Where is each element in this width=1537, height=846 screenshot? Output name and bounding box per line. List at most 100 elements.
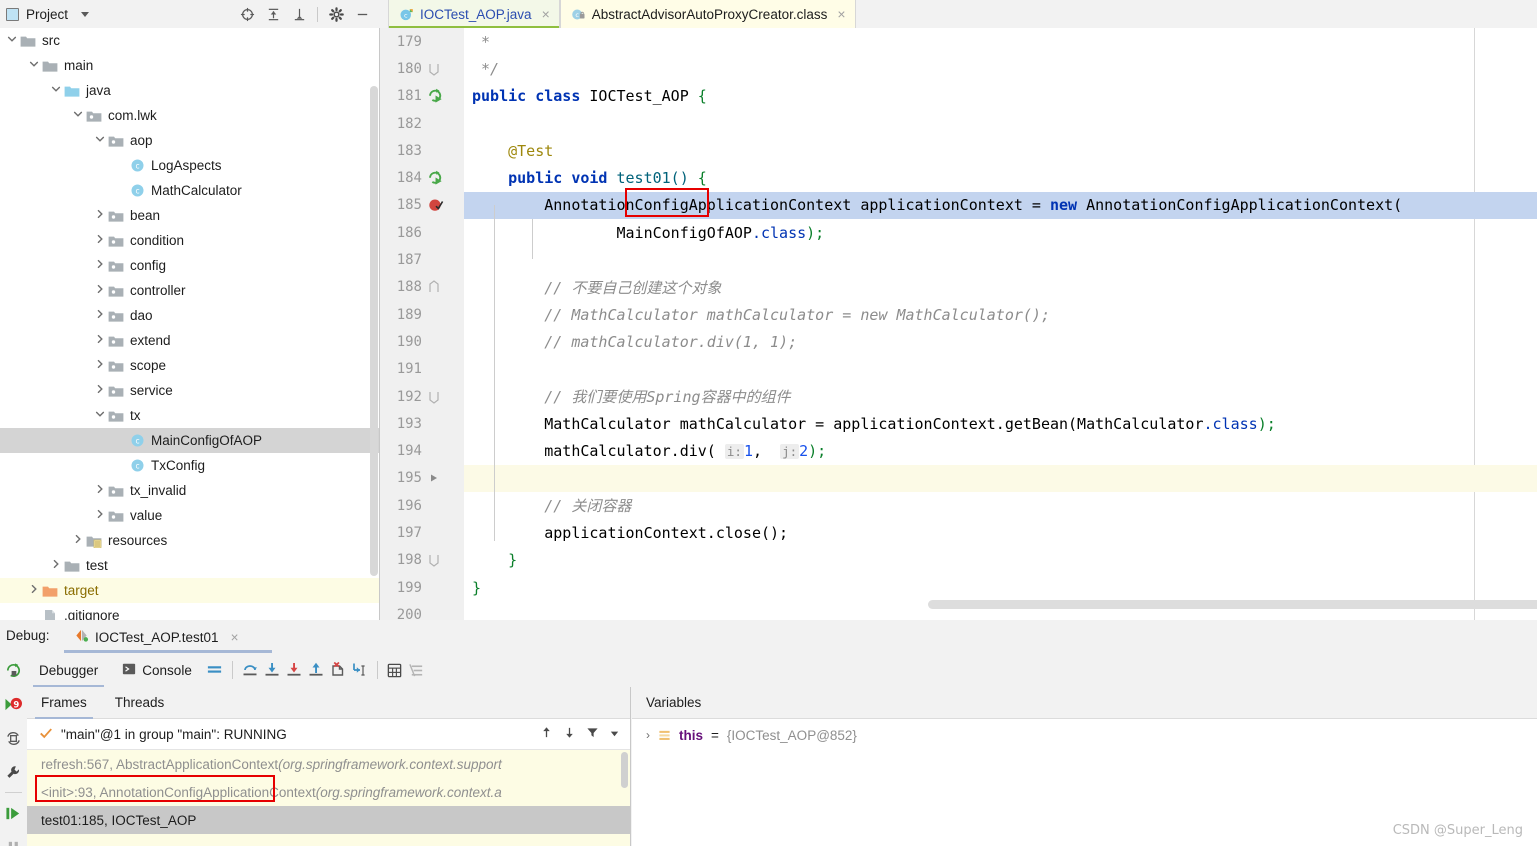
chevron-right-icon[interactable] <box>48 559 64 572</box>
tree-item-mathcalculator[interactable]: c MathCalculator <box>0 178 380 203</box>
gutter-line-200[interactable]: 200 <box>380 601 464 620</box>
tree-item-java[interactable]: java <box>0 78 380 103</box>
chevron-down-icon[interactable] <box>70 109 86 122</box>
chevron-right-icon[interactable] <box>92 334 108 347</box>
gutter-line-196[interactable]: 196 <box>380 492 464 519</box>
tree-item-target[interactable]: target <box>0 578 380 603</box>
gutter-line-195[interactable]: 195 <box>380 465 464 492</box>
exec-arrow[interactable] <box>422 472 462 484</box>
step-into-icon[interactable] <box>261 658 283 682</box>
chevron-right-icon[interactable] <box>26 584 42 597</box>
tree-item-scope[interactable]: scope <box>0 353 380 378</box>
fold-end[interactable] <box>422 62 462 76</box>
tab-variables[interactable]: Variables <box>632 687 715 719</box>
expand-all-icon[interactable] <box>261 2 285 26</box>
breakpoint-hit-icon[interactable] <box>422 197 462 213</box>
gutter-line-186[interactable]: 186 <box>380 219 464 246</box>
run-icon[interactable] <box>422 88 462 104</box>
thread-status-row[interactable]: "main"@1 in group "main": RUNNING <box>27 719 630 750</box>
settings-wrench-icon[interactable] <box>0 755 27 789</box>
chevron-right-icon[interactable] <box>92 509 108 522</box>
chevron-down-icon[interactable] <box>92 409 108 422</box>
chevron-down-icon[interactable] <box>48 84 64 97</box>
tree-item-aop[interactable]: aop <box>0 128 380 153</box>
tab-console[interactable]: Console <box>110 653 204 687</box>
code-text-area[interactable]: * */ public class IOCTest_AOP { @Test pu… <box>464 28 1537 620</box>
breakpoints-icon[interactable]: 9 <box>0 687 27 721</box>
arrow-down-icon[interactable] <box>563 726 576 742</box>
chevron-down-icon[interactable] <box>26 59 42 72</box>
chevron-right-icon[interactable] <box>92 484 108 497</box>
gutter-line-181[interactable]: 181 <box>380 83 464 110</box>
pause-icon[interactable] <box>0 830 27 846</box>
force-step-into-icon[interactable] <box>283 658 305 682</box>
step-out-icon[interactable] <box>305 658 327 682</box>
mute-breakpoints-icon[interactable] <box>406 658 428 682</box>
gutter-line-198[interactable]: 198 <box>380 547 464 574</box>
gutter-line-182[interactable]: 182 <box>380 110 464 137</box>
chevron-down-icon[interactable] <box>92 134 108 147</box>
chevron-right-icon[interactable] <box>92 284 108 297</box>
arrow-up-icon[interactable] <box>540 726 553 742</box>
gutter-line-189[interactable]: 189 <box>380 301 464 328</box>
tree-item-extend[interactable]: extend <box>0 328 380 353</box>
tree-item-mainconfigofaop[interactable]: c MainConfigOfAOP <box>0 428 380 453</box>
project-tool-window-title[interactable]: Project <box>6 7 90 22</box>
gutter-line-191[interactable]: 191 <box>380 356 464 383</box>
gutter-line-192[interactable]: 192 <box>380 383 464 410</box>
frame-row[interactable]: refresh:567, AbstractApplicationContext … <box>27 750 630 778</box>
restore-layout-icon[interactable] <box>0 721 27 755</box>
gutter-line-187[interactable]: 187 <box>380 246 464 273</box>
tab-frames[interactable]: Frames <box>27 687 101 719</box>
tree-item-com-lwk[interactable]: com.lwk <box>0 103 380 128</box>
locate-icon[interactable] <box>235 2 259 26</box>
editor-tab-ioctest[interactable]: c IOCTest_AOP.java × <box>388 0 560 28</box>
gutter-line-179[interactable]: 179 <box>380 28 464 55</box>
drop-frame-icon[interactable] <box>327 658 349 682</box>
chevron-right-icon[interactable] <box>92 209 108 222</box>
project-tree-scrollbar[interactable] <box>370 86 378 576</box>
editor-tab-abstractadvisor[interactable]: c AbstractAdvisorAutoProxyCreator.class … <box>559 0 856 28</box>
chevron-right-icon[interactable] <box>92 234 108 247</box>
tree-item-test[interactable]: test <box>0 553 380 578</box>
collapse-all-icon[interactable] <box>287 2 311 26</box>
expander-icon[interactable]: › <box>646 728 650 742</box>
tree-item-src[interactable]: src <box>0 28 380 53</box>
fold-start[interactable] <box>422 280 462 294</box>
fold-end[interactable] <box>422 390 462 404</box>
tree-item-tx-invalid[interactable]: tx_invalid <box>0 478 380 503</box>
gutter-line-180[interactable]: 180 <box>380 55 464 82</box>
gutter-line-190[interactable]: 190 <box>380 328 464 355</box>
tree-item-logaspects[interactable]: c LogAspects <box>0 153 380 178</box>
step-over-icon[interactable] <box>239 658 261 682</box>
chevron-right-icon[interactable] <box>92 259 108 272</box>
editor-gutter[interactable]: 179 180 181 182 183 184 185 186 187 188 189 190 191 1… <box>380 28 464 620</box>
chevron-right-icon[interactable] <box>92 309 108 322</box>
chevron-down-icon[interactable] <box>4 34 20 47</box>
tree-item-dao[interactable]: dao <box>0 303 380 328</box>
chevron-right-icon[interactable] <box>92 359 108 372</box>
tab-debugger[interactable]: Debugger <box>27 653 110 687</box>
evaluate-expression-icon[interactable] <box>384 658 406 682</box>
tree-item--gitignore[interactable]: .gitignore <box>0 603 380 620</box>
chevron-right-icon[interactable] <box>92 384 108 397</box>
frame-row[interactable]: test01:185, IOCTest_AOP <box>27 806 630 834</box>
dropdown-icon[interactable] <box>609 727 620 742</box>
tree-item-txconfig[interactable]: c TxConfig <box>0 453 380 478</box>
gutter-line-185[interactable]: 185 <box>380 192 464 219</box>
tree-item-value[interactable]: value <box>0 503 380 528</box>
close-icon[interactable]: × <box>837 7 845 21</box>
tree-item-main[interactable]: main <box>0 53 380 78</box>
gutter-line-193[interactable]: 193 <box>380 410 464 437</box>
frame-row[interactable]: <init>:93, AnnotationConfigApplicationCo… <box>27 778 630 806</box>
fold-end[interactable] <box>422 553 462 568</box>
gear-icon[interactable] <box>324 2 348 26</box>
layout-settings-icon[interactable] <box>204 658 226 682</box>
frames-scrollbar[interactable] <box>621 752 628 788</box>
gutter-line-188[interactable]: 188 <box>380 274 464 301</box>
frame-list[interactable]: refresh:567, AbstractApplicationContext … <box>27 750 630 846</box>
gutter-line-199[interactable]: 199 <box>380 574 464 601</box>
rerun-icon[interactable] <box>0 653 27 687</box>
close-icon[interactable]: × <box>542 7 550 21</box>
variable-row-this[interactable]: › this = {IOCTest_AOP@852} <box>632 719 1537 751</box>
